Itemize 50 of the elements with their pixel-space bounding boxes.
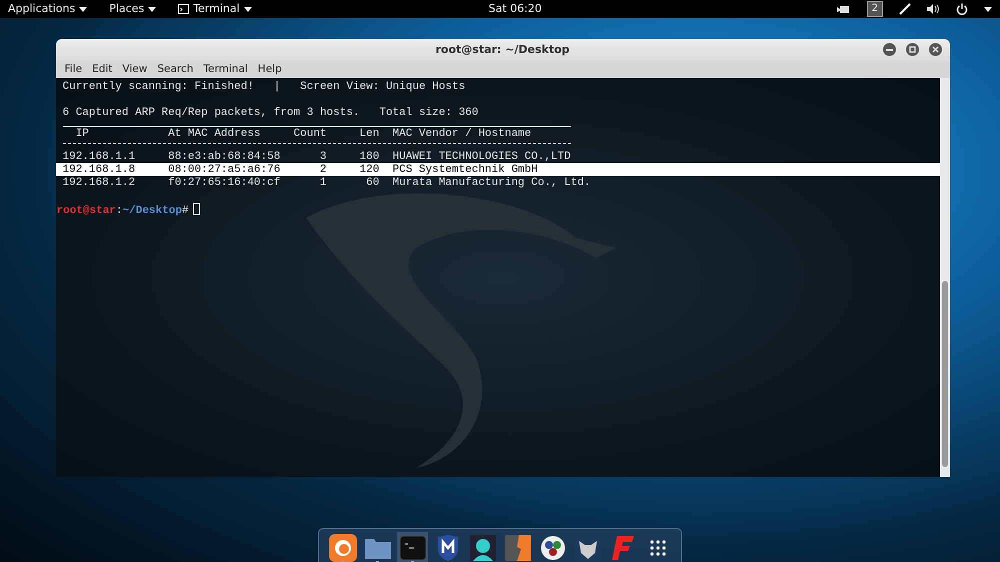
power-icon[interactable]: [956, 3, 968, 15]
caret-icon: [79, 6, 88, 12]
volume-icon[interactable]: [927, 4, 940, 14]
menu-item[interactable]: Help: [252, 62, 287, 78]
clock[interactable]: Sat 06:20: [488, 0, 542, 18]
table-row[interactable]: 192.168.1.2 f0:27:65:16:40:cf 1 60 Murata Manufacturing Co., Ltd.: [56, 176, 940, 190]
caret-icon: [244, 6, 252, 12]
caret-icon[interactable]: [984, 6, 992, 12]
top-menu[interactable]: Terminal: [178, 0, 262, 18]
letter-app-icon: [610, 534, 634, 560]
bolt-app-icon: [504, 534, 530, 560]
minimize-button[interactable]: [882, 43, 896, 56]
column-header: At MAC Address: [168, 126, 262, 140]
dots-app-icon: [540, 534, 566, 560]
avatar-icon: [470, 534, 496, 560]
camera-icon[interactable]: [836, 4, 851, 14]
workspace-indicator[interactable]: 2: [866, 1, 883, 17]
text-cursor: [192, 202, 200, 215]
status-line: Currently scanning: Finished! | Screen View: Unique Hosts: [62, 80, 466, 94]
column-header: MAC Vendor / Hostname: [392, 126, 532, 140]
scrollbar[interactable]: [940, 78, 950, 477]
terminal-icon: [178, 4, 190, 14]
terminal-icon: [400, 536, 426, 560]
app-grid-icon: [648, 538, 666, 556]
caret-icon: [148, 6, 156, 12]
menu-item[interactable]: File: [60, 62, 88, 78]
menu-item[interactable]: Search: [152, 62, 198, 78]
shield-icon: [436, 534, 458, 560]
minus-icon: [886, 48, 892, 50]
close-icon: [932, 46, 938, 53]
table-row[interactable]: 192.168.1.1 88:e3:ab:68:84:58 3 180 HUAWEI TECHNOLOGIES CO.,LTD: [56, 150, 940, 163]
summary-line: 6 Captured ARP Req/Rep packets, from 3 hosts. Total size: 360: [62, 106, 480, 120]
column-header: Len: [358, 126, 380, 140]
scrollbar-thumb[interactable]: [942, 281, 948, 467]
top-menu[interactable]: Places: [109, 0, 166, 18]
square-icon: [908, 46, 916, 53]
menu-item[interactable]: Edit: [87, 62, 118, 78]
fox-app-icon: [328, 534, 356, 562]
top-menu[interactable]: Applications: [8, 0, 98, 18]
maximize-button[interactable]: [906, 43, 918, 56]
close-button[interactable]: [928, 43, 942, 56]
dock-item[interactable]: [467, 532, 498, 562]
column-header: IP: [74, 126, 90, 140]
menu-item[interactable]: View: [117, 62, 152, 78]
menu-item[interactable]: Terminal: [198, 62, 253, 78]
shell-prompt: root@star:~/Desktop#: [56, 202, 940, 216]
column-header: Count: [294, 126, 327, 140]
window-title: root@star: ~/Desktop: [435, 42, 570, 58]
table-row[interactable]: 192.168.1.8 08:00:27:a5:a6:76 2 120 PCS Systemtechnik GmbH: [56, 162, 940, 176]
dock-item[interactable]: [327, 532, 358, 562]
